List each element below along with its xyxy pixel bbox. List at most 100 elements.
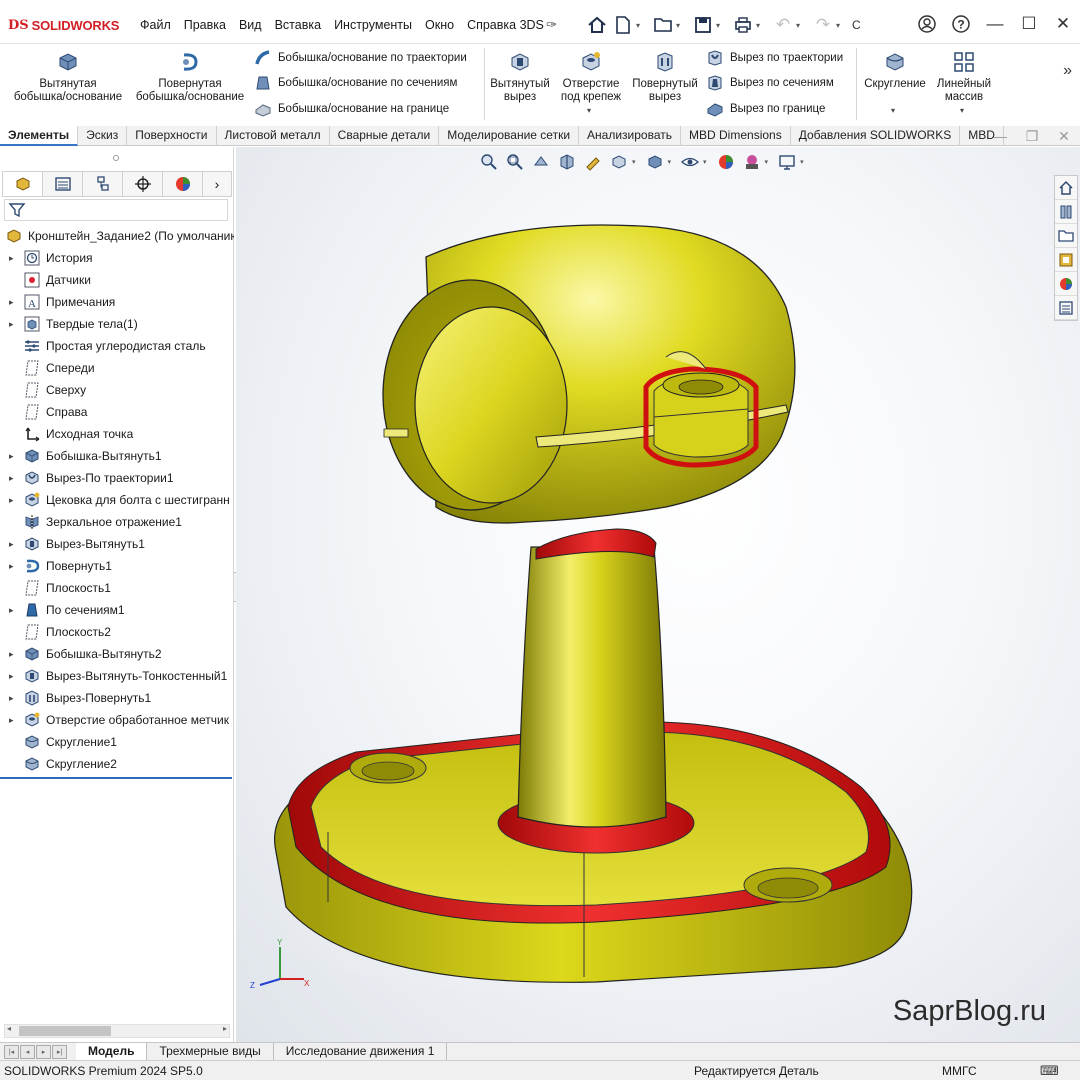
menu-edit[interactable]: Правка xyxy=(184,18,226,32)
tree-item[interactable]: Спереди xyxy=(0,357,234,379)
tree-item[interactable]: Плоскость1 xyxy=(0,577,234,599)
scroll-thumb[interactable] xyxy=(19,1026,111,1036)
tree-filter[interactable] xyxy=(4,199,228,221)
tree-item[interactable]: Справа xyxy=(0,401,234,423)
doc-minimize-icon[interactable]: — xyxy=(984,128,1016,145)
ribbon-more-icon[interactable]: » xyxy=(1063,62,1072,80)
swept-cut-button[interactable]: Вырез по траектории xyxy=(706,49,843,67)
fillet-dropdown-icon[interactable]: ▾ xyxy=(891,106,895,115)
swept-boss-button[interactable]: Бобышка/основание по траектории xyxy=(254,49,467,67)
tree-item[interactable]: Датчики xyxy=(0,269,234,291)
expand-arrow-icon[interactable]: ▸ xyxy=(9,495,19,506)
doc-restore-icon[interactable]: ❐ xyxy=(1016,128,1048,145)
menu-file[interactable]: Файл xyxy=(140,18,171,32)
tab-features[interactable]: Элементы xyxy=(0,126,79,146)
panel-grip-icon[interactable] xyxy=(113,155,119,161)
pin-icon[interactable]: ✑ xyxy=(546,17,557,33)
boundary-boss-button[interactable]: Бобышка/основание на границе xyxy=(254,100,449,118)
open-dropdown-icon[interactable]: ▾ xyxy=(676,21,686,30)
menu-view[interactable]: Вид xyxy=(239,18,262,32)
search-stub[interactable]: С xyxy=(852,18,861,32)
solidworks-logo[interactable]: DS SOLIDWORKS xyxy=(8,15,119,35)
quick-tips-icon[interactable]: ⌨ xyxy=(1040,1063,1059,1079)
new-document-icon[interactable] xyxy=(610,12,636,38)
tab-mesh-modeling[interactable]: Моделирование сетки xyxy=(439,126,580,146)
extruded-cut-button[interactable]: Вытянутый вырез xyxy=(488,50,552,104)
expand-arrow-icon[interactable]: ▸ xyxy=(9,561,19,572)
close-icon[interactable]: ✕ xyxy=(1046,10,1080,38)
revolved-cut-button[interactable]: Повернутый вырез xyxy=(630,50,700,104)
tree-root-part[interactable]: Кронштейн_Задание2 (По умолчанию xyxy=(0,225,234,247)
tree-item[interactable]: Зеркальное отражение1 xyxy=(0,511,234,533)
save-dropdown-icon[interactable]: ▾ xyxy=(716,21,726,30)
expand-arrow-icon[interactable]: ▸ xyxy=(9,297,19,308)
print-dropdown-icon[interactable]: ▾ xyxy=(756,21,766,30)
graphics-area[interactable]: ▾ ▾ ▾ ▾ ▾ Y X Z SaprBlog.ru xyxy=(236,147,1080,1042)
tree-item[interactable]: ▸ Повернуть1 xyxy=(0,555,234,577)
tab-3d-views[interactable]: Трехмерные виды xyxy=(147,1042,274,1061)
tree-item[interactable]: ▸ Цековка для болта с шестигранн xyxy=(0,489,234,511)
undo-dropdown-icon[interactable]: ▾ xyxy=(796,21,806,30)
expand-arrow-icon[interactable]: ▸ xyxy=(9,715,19,726)
tree-item[interactable]: Простая углеродистая сталь xyxy=(0,335,234,357)
tree-item[interactable]: Скругление1 xyxy=(0,731,234,753)
revolved-boss-button[interactable]: Повернутая бобышка/основание xyxy=(132,50,248,104)
configuration-manager-tab-icon[interactable] xyxy=(83,172,123,196)
tree-item[interactable]: Плоскость2 xyxy=(0,621,234,643)
expand-arrow-icon[interactable]: ▸ xyxy=(9,693,19,704)
hole-wizard-button[interactable]: Отверстие под крепеж xyxy=(556,50,626,104)
lofted-boss-button[interactable]: Бобышка/основание по сечениям xyxy=(254,74,457,92)
tree-item[interactable]: ▸ Вырез-Вытянуть-Тонкостенный1 xyxy=(0,665,234,687)
tree-item[interactable]: ▸ Бобышка-Вытянуть1 xyxy=(0,445,234,467)
menu-tools[interactable]: Инструменты xyxy=(334,18,412,32)
tab-evaluate[interactable]: Анализировать xyxy=(579,126,682,146)
print-icon[interactable] xyxy=(730,12,756,38)
property-manager-tab-icon[interactable] xyxy=(43,172,83,196)
rollback-bar[interactable] xyxy=(0,777,232,779)
doc-close-icon[interactable]: ✕ xyxy=(1048,128,1080,145)
linear-pattern-dropdown-icon[interactable]: ▾ xyxy=(960,106,964,115)
new-dropdown-icon[interactable]: ▾ xyxy=(636,21,646,30)
tree-item[interactable]: ▸ История xyxy=(0,247,234,269)
tree-item[interactable]: ▸ Твердые тела(1) xyxy=(0,313,234,335)
last-tab-icon[interactable]: ▸| xyxy=(52,1044,67,1059)
next-tab-icon[interactable]: ▸ xyxy=(36,1044,51,1059)
user-account-icon[interactable] xyxy=(910,10,944,38)
tab-mbd-dimensions[interactable]: MBD Dimensions xyxy=(681,126,791,146)
tree-horizontal-scrollbar[interactable]: ◂ ▸ xyxy=(4,1024,230,1038)
more-tabs-arrow-icon[interactable]: › xyxy=(203,172,231,196)
tab-surfaces[interactable]: Поверхности xyxy=(127,126,217,146)
open-folder-icon[interactable] xyxy=(650,12,676,38)
tree-item[interactable]: ▸ Отверстие обработанное метчик xyxy=(0,709,234,731)
redo-dropdown-icon[interactable]: ▾ xyxy=(836,21,846,30)
hole-wizard-dropdown-icon[interactable]: ▾ xyxy=(587,106,591,115)
tab-weldments[interactable]: Сварные детали xyxy=(330,126,440,146)
scroll-left-icon[interactable]: ◂ xyxy=(7,1024,11,1033)
tree-item[interactable]: Исходная точка xyxy=(0,423,234,445)
tree-item[interactable]: ▸ Вырез-Повернуть1 xyxy=(0,687,234,709)
maximize-icon[interactable]: ☐ xyxy=(1012,10,1046,38)
undo-icon[interactable]: ↶ xyxy=(770,12,796,38)
tree-item[interactable]: Скругление2 xyxy=(0,753,234,775)
menu-help[interactable]: Справка 3DS xyxy=(467,18,544,32)
tree-item[interactable]: ▸ Вырез-По траектории1 xyxy=(0,467,234,489)
tab-sheet-metal[interactable]: Листовой металл xyxy=(217,126,330,146)
fillet-button[interactable]: Скругление xyxy=(860,50,930,91)
dimxpert-tab-icon[interactable] xyxy=(123,172,163,196)
save-icon[interactable] xyxy=(690,12,716,38)
menu-window[interactable]: Окно xyxy=(425,18,454,32)
tree-item[interactable]: ▸ A Примечания xyxy=(0,291,234,313)
scroll-right-icon[interactable]: ▸ xyxy=(223,1024,227,1033)
expand-arrow-icon[interactable]: ▸ xyxy=(9,451,19,462)
extruded-boss-button[interactable]: Вытянутая бобышка/основание xyxy=(10,50,126,104)
unit-system[interactable]: ММГС xyxy=(942,1064,977,1078)
expand-arrow-icon[interactable]: ▸ xyxy=(9,649,19,660)
first-tab-icon[interactable]: |◂ xyxy=(4,1044,19,1059)
prev-tab-icon[interactable]: ◂ xyxy=(20,1044,35,1059)
redo-icon[interactable]: ↷ xyxy=(810,12,836,38)
help-icon[interactable]: ? xyxy=(944,10,978,38)
expand-arrow-icon[interactable]: ▸ xyxy=(9,473,19,484)
expand-arrow-icon[interactable]: ▸ xyxy=(9,671,19,682)
tree-item[interactable]: ▸ По сечениям1 xyxy=(0,599,234,621)
tab-model[interactable]: Модель xyxy=(76,1042,148,1061)
